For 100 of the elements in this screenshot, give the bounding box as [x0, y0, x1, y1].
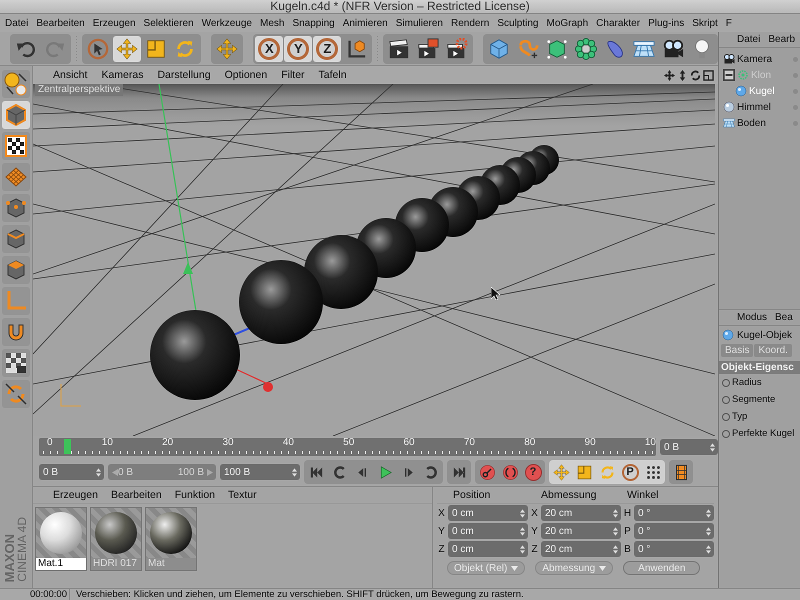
menu-item[interactable]: Bearbeiten — [110, 489, 162, 501]
move-icon — [216, 38, 238, 60]
number-field[interactable]: 0 ° — [634, 523, 714, 539]
axis-label: Y — [437, 526, 446, 536]
menu-item[interactable]: Snapping — [292, 18, 335, 28]
column-header: Position — [453, 489, 492, 501]
left-triangle-icon — [112, 468, 118, 476]
axis-label: Z — [437, 544, 446, 554]
menu-item[interactable]: Optionen — [224, 69, 268, 81]
menu-item[interactable]: Simulieren — [396, 18, 443, 28]
tick-label: 30 — [222, 438, 234, 448]
number-field[interactable]: 0 B — [660, 439, 718, 455]
number-field[interactable]: 20 cm — [541, 523, 621, 539]
window-title: Kugeln.c4d * (NFR Version – Restricted License) — [270, 0, 530, 12]
menu-item[interactable]: Erzeugen — [92, 18, 136, 28]
axis-label: P — [623, 526, 632, 536]
menu-item[interactable]: Animieren — [342, 18, 388, 28]
tick-label: 50 — [343, 438, 354, 448]
menu-item[interactable]: Charakter — [596, 18, 640, 28]
menu-item[interactable]: Selektieren — [144, 18, 194, 28]
menu-item[interactable]: Kameras — [101, 69, 144, 81]
tick-label: 90 — [584, 438, 596, 448]
menu-item[interactable]: Plug-ins — [648, 18, 684, 28]
menu-item[interactable]: MoGraph — [546, 18, 588, 28]
number-field[interactable]: 0 cm — [448, 523, 528, 539]
playhead[interactable] — [64, 439, 71, 454]
menu-item[interactable]: Filter — [281, 69, 305, 81]
menu-item[interactable]: F — [726, 18, 732, 28]
cursor-icon — [86, 38, 109, 60]
spinner-icon — [292, 468, 297, 476]
tool-button[interactable] — [2, 70, 30, 98]
radio-button[interactable] — [722, 378, 730, 386]
tick-label: 20 — [162, 438, 174, 448]
sphere-arrows-icon — [4, 72, 28, 96]
right-triangle-icon — [207, 468, 213, 476]
menu-item[interactable]: Erzeugen — [53, 489, 98, 501]
number-field[interactable]: 20 cm — [541, 541, 621, 557]
camera-icon — [662, 38, 684, 60]
spinner-icon — [710, 442, 715, 452]
spinner-icon — [706, 544, 711, 554]
menu-item[interactable]: Modus — [737, 312, 768, 323]
column-header: Winkel — [627, 489, 659, 501]
move-icon — [664, 70, 675, 80]
tool-button[interactable]: X — [255, 36, 284, 62]
menu-item[interactable]: Datei — [737, 34, 760, 45]
tool-button[interactable] — [2, 349, 30, 377]
menu-item[interactable]: Bea — [775, 312, 793, 323]
timeline-ruler[interactable]: 0 10 20 30 40 50 60 70 80 90 10 — [39, 438, 656, 456]
parameter-label: Segmente — [732, 394, 776, 405]
maximize-icon — [703, 70, 714, 80]
radio-button[interactable] — [722, 412, 730, 420]
move-icon — [552, 464, 570, 480]
number-field[interactable]: 0 ° — [634, 541, 714, 557]
menu-item[interactable]: Skript — [692, 18, 718, 28]
spinner-icon — [520, 508, 525, 518]
tool-button[interactable]: Z — [313, 36, 342, 62]
number-field[interactable]: 0 ° — [634, 505, 714, 521]
spinner-icon — [520, 526, 525, 536]
time-display: 00:00:00 — [0, 589, 70, 600]
radio-button[interactable] — [722, 430, 730, 438]
menu-item[interactable]: Datei — [5, 18, 28, 28]
cube-icon — [488, 38, 510, 60]
menu-item[interactable]: Sculpting — [497, 18, 538, 28]
number-field[interactable]: 20 cm — [541, 505, 621, 521]
clapperboard-icon — [446, 38, 468, 60]
move-icon — [116, 38, 138, 60]
checkerboard-icon — [4, 134, 28, 158]
object-name[interactable]: Kamera — [737, 54, 772, 64]
material-swatch[interactable]: Mat.1 — [35, 507, 87, 571]
menu-item[interactable]: Mesh — [260, 18, 284, 28]
spinner-icon — [613, 526, 618, 536]
tool-button[interactable] — [2, 101, 30, 129]
number-field[interactable]: 0 cm — [448, 505, 528, 521]
object-name[interactable]: Boden — [737, 118, 766, 128]
tick-label: 40 — [282, 438, 294, 448]
number-field[interactable]: 0 B — [39, 464, 104, 480]
menu-item[interactable]: Bearbeiten — [36, 18, 85, 28]
menu-item[interactable]: Ansicht — [53, 69, 88, 81]
menu-item[interactable]: Rendern — [450, 18, 490, 28]
menu-item[interactable]: Darstellung — [157, 69, 211, 81]
axis-label: X — [437, 508, 446, 518]
menu-item[interactable]: Funktion — [174, 489, 216, 501]
caret-icon — [599, 566, 606, 570]
menu-item[interactable]: Bearb — [768, 34, 796, 45]
scale-icon — [144, 38, 167, 60]
menu-item[interactable]: Werkzeuge — [202, 18, 252, 28]
tool-button[interactable]: Y — [284, 36, 312, 62]
sky-sphere-icon — [723, 101, 735, 113]
spinner-icon — [96, 468, 101, 476]
menu-item[interactable]: Textur — [228, 489, 257, 501]
axis-label: X — [530, 508, 539, 518]
radio-button[interactable] — [722, 396, 730, 404]
tool-button[interactable] — [2, 132, 30, 160]
spline-icon — [516, 38, 539, 60]
object-name[interactable]: Himmel — [737, 102, 771, 112]
menu-item[interactable]: Tafeln — [318, 69, 347, 81]
axis-label: Y — [530, 526, 539, 536]
number-field[interactable]: 0 cm — [448, 541, 528, 557]
clapperboard-icon — [388, 38, 410, 60]
number-field[interactable]: 100 B — [220, 464, 300, 480]
